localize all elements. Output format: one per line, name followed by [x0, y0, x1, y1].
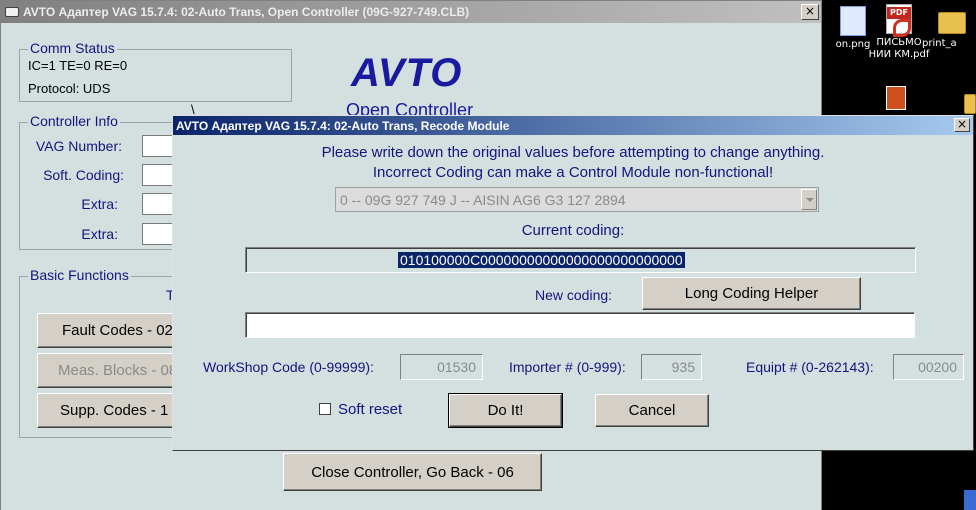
supp-codes-button[interactable]: Supp. Codes - 1 [37, 393, 177, 428]
main-window-title: AVTO Адаптер VAG 15.7.4: 02-Auto Trans, … [23, 5, 470, 19]
desktop-icon-folder[interactable]: print_a [922, 6, 976, 50]
meas-blocks-button[interactable]: Meas. Blocks - 08 [37, 353, 177, 388]
dialog-title-bar[interactable]: AVTO Адаптер VAG 15.7.4: 02-Auto Trans, … [173, 116, 973, 135]
app-icon [5, 7, 19, 17]
comm-counters: IC=1 TE=0 RE=0 [28, 58, 128, 73]
soft-coding-label: Soft. Coding: [43, 167, 124, 183]
importer-field[interactable]: 935 [641, 354, 702, 380]
vag-number-label: VAG Number: [35, 138, 122, 154]
module-select[interactable]: 0 -- 09G 927 749 J -- AISIN AG6 G3 127 2… [335, 187, 819, 212]
protocol-text: Protocol: UDS [28, 81, 111, 96]
folder-icon [938, 12, 966, 34]
controller-info-group: Controller Info VAG Number: Soft. Coding… [19, 113, 182, 250]
comm-status-group: Comm Status IC=1 TE=0 RE=0 Protocol: UDS [19, 40, 292, 102]
module-select-value: 0 -- 09G 927 749 J -- AISIN AG6 G3 127 2… [340, 192, 626, 208]
current-coding-value: 010100000C00000000000000000000000000 [398, 252, 685, 268]
close-controller-button[interactable]: Close Controller, Go Back - 06 [283, 453, 542, 491]
new-coding-input[interactable] [245, 312, 915, 338]
extra-label: Extra: [81, 196, 118, 212]
file-icon[interactable] [964, 490, 976, 510]
avto-logo: AVTO [351, 51, 463, 95]
warning-line-2: Incorrect Coding can make a Control Modu… [372, 164, 774, 181]
fault-codes-button[interactable]: Fault Codes - 02 [37, 313, 177, 348]
soft-reset-checkbox[interactable] [319, 403, 331, 415]
main-close-button[interactable]: × [801, 4, 819, 20]
cancel-button[interactable]: Cancel [595, 394, 709, 427]
importer-label: Importer # (0-999): [509, 359, 626, 375]
desktop-icon-label: print_a [922, 38, 957, 49]
workshop-code-label: WorkShop Code (0-99999): [203, 359, 374, 375]
pdf-file-icon [886, 4, 912, 37]
comm-status-label: Comm Status [28, 40, 117, 56]
image-file-icon [840, 6, 866, 36]
current-coding-label: Current coding: [521, 222, 625, 239]
dialog-title: AVTO Адаптер VAG 15.7.4: 02-Auto Trans, … [176, 118, 510, 133]
new-coding-label: New coding: [535, 287, 613, 303]
soft-reset-label[interactable]: Soft reset [338, 401, 402, 418]
extra-label: Extra: [81, 226, 118, 242]
controller-info-label: Controller Info [28, 113, 120, 129]
warning-line-1: Please write down the original values be… [321, 144, 825, 161]
current-coding-field[interactable]: 010100000C00000000000000000000000000 [245, 247, 916, 273]
do-it-button[interactable]: Do It! [448, 393, 563, 428]
dialog-close-button[interactable]: × [954, 118, 970, 132]
workshop-code-field[interactable]: 01530 [400, 354, 483, 380]
equipt-field[interactable]: 00200 [893, 354, 964, 380]
recode-dialog: AVTO Адаптер VAG 15.7.4: 02-Auto Trans, … [172, 115, 974, 451]
app-shortcut-icon[interactable] [886, 86, 906, 110]
chevron-down-icon[interactable] [801, 189, 817, 210]
basic-functions-label: Basic Functions [28, 267, 131, 283]
long-coding-helper-button[interactable]: Long Coding Helper [642, 277, 861, 310]
folder-icon[interactable] [964, 94, 976, 114]
equipt-label: Equipt # (0-262143): [746, 359, 874, 375]
main-title-bar[interactable]: AVTO Адаптер VAG 15.7.4: 02-Auto Trans, … [1, 1, 821, 23]
